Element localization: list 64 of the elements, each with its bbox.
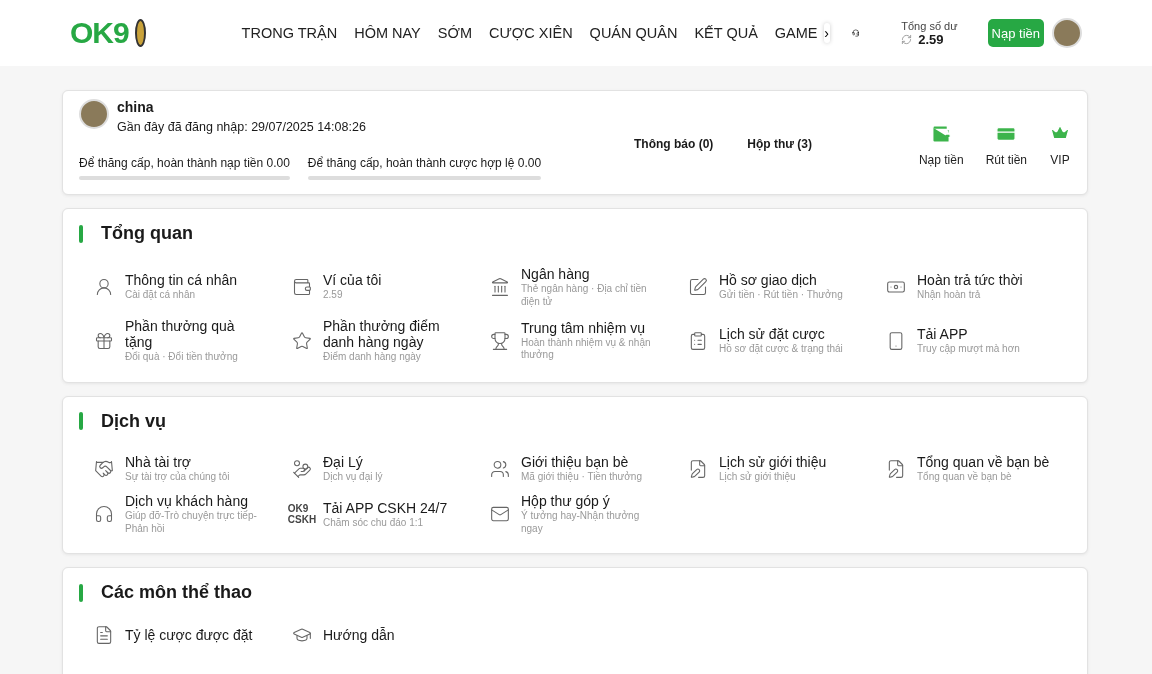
menu-item[interactable]: Thông tin cá nhân Cài đặt cá nhân: [93, 266, 291, 309]
quick-action-button[interactable]: Rút tiền: [985, 123, 1027, 167]
quick-action-button[interactable]: VIP: [1049, 123, 1071, 167]
refresh-icon[interactable]: [901, 33, 913, 45]
avatar[interactable]: [1052, 18, 1082, 48]
menu-item[interactable]: Trung tâm nhiệm vụ Hoàn thành nhiệm vụ & nhận thưởng: [489, 318, 687, 364]
menu-item[interactable]: Tỷ lệ cược được đặt: [93, 625, 291, 646]
nav-more-button[interactable]: ›: [823, 23, 830, 43]
cskh-logo: OK9 CSKH: [287, 503, 317, 526]
nav-link[interactable]: HÔM NAY: [354, 25, 421, 41]
section-title: Các môn thể thao: [101, 582, 252, 604]
person-icon: [94, 277, 114, 298]
edit-document-icon: [886, 458, 906, 479]
headphones-icon: [94, 504, 114, 525]
section-title: Tổng quan: [101, 223, 193, 244]
menu-item[interactable]: Lịch sử đặt cược Hồ sơ đặt cược & trạng thái: [687, 318, 885, 364]
menu-item[interactable]: Hoàn trả tức thời Nhận hoàn trả: [885, 266, 1083, 309]
edit-document-icon: [688, 458, 708, 479]
people-icon: [490, 458, 510, 479]
nav-link[interactable]: QUÁN QUÂN: [589, 25, 678, 41]
club-emblem-icon: [134, 19, 146, 47]
menu-item[interactable]: Hướng dẫn: [291, 625, 489, 646]
menu-item[interactable]: Giới thiệu bạn bè Mã giới thiệu · Tiền thưởng: [489, 453, 687, 484]
handshake-icon: [94, 458, 114, 479]
document-icon: [94, 625, 114, 646]
nav-link[interactable]: CƯỢC XIÊN: [488, 25, 573, 41]
menu-item[interactable]: Hộp thư góp ý Ý tưởng hay-Nhận thưởng ngay: [489, 493, 687, 536]
menu-item[interactable]: Nhà tài trợ Sự tài trợ của chúng tôi: [93, 453, 291, 484]
menu-item[interactable]: Lịch sử giới thiệu Lịch sử giới thiệu: [687, 453, 885, 484]
upgrade-progress-label: Để thăng cấp, hoàn thành cược hợp lệ 0.00: [307, 156, 542, 170]
menu-item[interactable]: Hồ sơ giao dịch Gửi tiền · Rút tiền · Thưởng: [687, 266, 885, 309]
nav-link[interactable]: SỚM: [437, 25, 472, 41]
clipboard-icon: [688, 330, 708, 351]
menu-item[interactable]: Tải APP Truy cập mượt mà hơn: [885, 318, 1083, 364]
quick-action-button[interactable]: Nạp tiền: [918, 123, 964, 167]
menu-item[interactable]: Phần thưởng quà tặng Đổi quà · Đổi tiền thưởng: [93, 318, 291, 364]
last-login-text: Gần đây đã đăng nhập: 29/07/2025 14:08:26: [117, 120, 366, 134]
trophy-icon: [490, 330, 510, 351]
bank-icon: [490, 277, 510, 298]
hand-coin-icon: [292, 458, 312, 479]
balance-label: Tổng số dư: [901, 19, 958, 32]
nav-link[interactable]: KẾT QUẢ: [694, 25, 758, 41]
section-title: Dịch vụ: [101, 410, 166, 432]
profile-avatar: [79, 99, 109, 129]
star-icon: [292, 330, 312, 351]
edit-document-icon: [688, 277, 708, 298]
upgrade-progress-label: Để thăng cấp, hoàn thành nạp tiền 0.00: [79, 156, 290, 170]
message-link[interactable]: Hộp thư (3): [747, 137, 812, 151]
wallet-icon: [930, 123, 953, 145]
wallet-icon: [292, 277, 312, 298]
section-accent-bar: [79, 583, 83, 602]
nav-link[interactable]: GAME: [774, 25, 818, 41]
menu-item[interactable]: Ngân hàng Thẻ ngân hàng · Địa chỉ tiền điện tử: [489, 266, 687, 309]
menu-item[interactable]: Phần thưởng điểm danh hàng ngày Điểm danh hàng ngày: [291, 318, 489, 364]
section-accent-bar: [79, 412, 83, 431]
section-accent-bar: [79, 224, 83, 243]
menu-item[interactable]: Đại Lý Dịch vụ đại lý: [291, 453, 489, 484]
menu-item[interactable]: Tổng quan về bạn bè Tổng quan về bạn bè: [885, 453, 1083, 484]
menu-item[interactable]: Ví của tôi 2.59: [291, 266, 489, 309]
nav-link[interactable]: TRONG TRẬN: [241, 25, 338, 41]
gift-icon: [94, 330, 114, 351]
balance-value: 2.59: [918, 31, 944, 47]
message-link[interactable]: Thông báo (0): [634, 137, 714, 151]
username: china: [117, 99, 155, 115]
